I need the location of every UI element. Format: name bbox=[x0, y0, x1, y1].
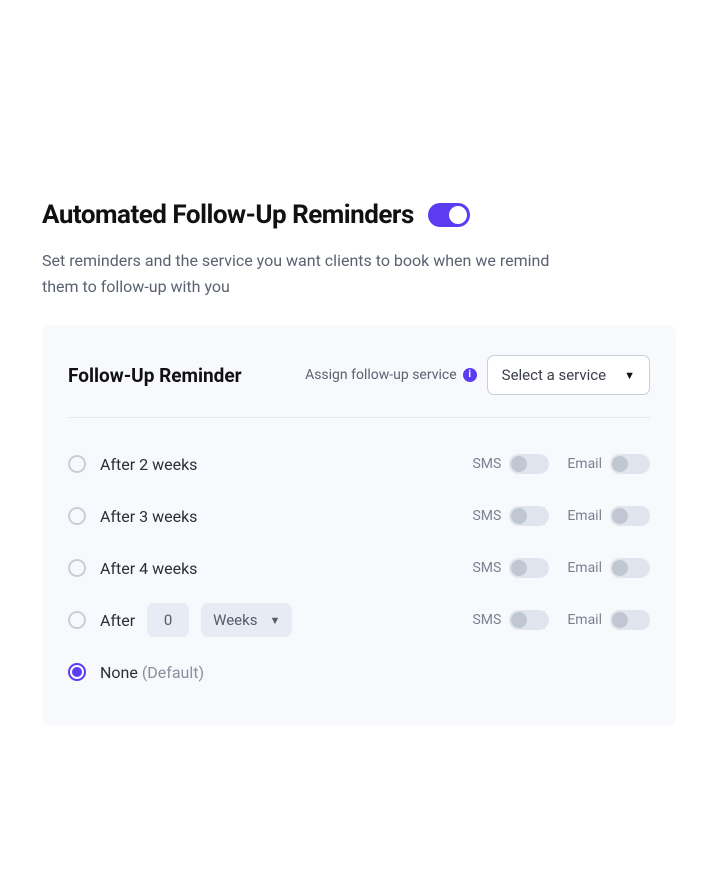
reminder-option: After 2 weeks SMS Email bbox=[68, 438, 650, 490]
radio-none[interactable] bbox=[68, 663, 86, 681]
email-label: Email bbox=[567, 456, 602, 472]
reminder-option-custom: After 0 Weeks ▼ SMS Email bbox=[68, 594, 650, 646]
option-label: After 2 weeks bbox=[100, 455, 197, 474]
email-toggle[interactable] bbox=[610, 506, 650, 526]
reminder-option-none: None (Default) bbox=[68, 646, 650, 698]
option-label: After 3 weeks bbox=[100, 507, 197, 526]
email-label: Email bbox=[567, 560, 602, 576]
email-label: Email bbox=[567, 508, 602, 524]
reminder-option: After 4 weeks SMS Email bbox=[68, 542, 650, 594]
custom-prefix: After bbox=[100, 611, 135, 630]
sms-toggle[interactable] bbox=[509, 558, 549, 578]
info-icon[interactable]: i bbox=[463, 368, 477, 382]
assign-service-label: Assign follow-up service i bbox=[305, 367, 477, 383]
feature-toggle[interactable] bbox=[428, 203, 470, 227]
sms-label: SMS bbox=[472, 560, 501, 576]
service-select-placeholder: Select a service bbox=[502, 366, 606, 384]
radio-after-3-weeks[interactable] bbox=[68, 507, 86, 525]
radio-after-4-weeks[interactable] bbox=[68, 559, 86, 577]
sms-label: SMS bbox=[472, 612, 501, 628]
sms-toggle[interactable] bbox=[509, 506, 549, 526]
option-label: After 4 weeks bbox=[100, 559, 197, 578]
custom-unit-select[interactable]: Weeks ▼ bbox=[201, 603, 292, 637]
email-toggle[interactable] bbox=[610, 558, 650, 578]
email-toggle[interactable] bbox=[610, 454, 650, 474]
chevron-down-icon: ▼ bbox=[269, 614, 280, 627]
sms-toggle[interactable] bbox=[509, 610, 549, 630]
default-tag: (Default) bbox=[142, 663, 204, 682]
sms-label: SMS bbox=[472, 508, 501, 524]
custom-number-input[interactable]: 0 bbox=[147, 603, 189, 637]
page-title: Automated Follow-Up Reminders bbox=[42, 200, 414, 230]
service-select[interactable]: Select a service ▼ bbox=[487, 355, 650, 395]
section-title: Follow-Up Reminder bbox=[68, 364, 242, 387]
option-label-none: None (Default) bbox=[100, 663, 204, 682]
toggle-knob bbox=[449, 206, 467, 224]
sms-label: SMS bbox=[472, 456, 501, 472]
email-toggle[interactable] bbox=[610, 610, 650, 630]
reminder-panel: Follow-Up Reminder Assign follow-up serv… bbox=[42, 325, 676, 726]
sms-toggle[interactable] bbox=[509, 454, 549, 474]
chevron-down-icon: ▼ bbox=[624, 369, 635, 382]
page-subtitle: Set reminders and the service you want c… bbox=[42, 248, 562, 299]
reminder-option: After 3 weeks SMS Email bbox=[68, 490, 650, 542]
radio-custom[interactable] bbox=[68, 611, 86, 629]
email-label: Email bbox=[567, 612, 602, 628]
radio-after-2-weeks[interactable] bbox=[68, 455, 86, 473]
